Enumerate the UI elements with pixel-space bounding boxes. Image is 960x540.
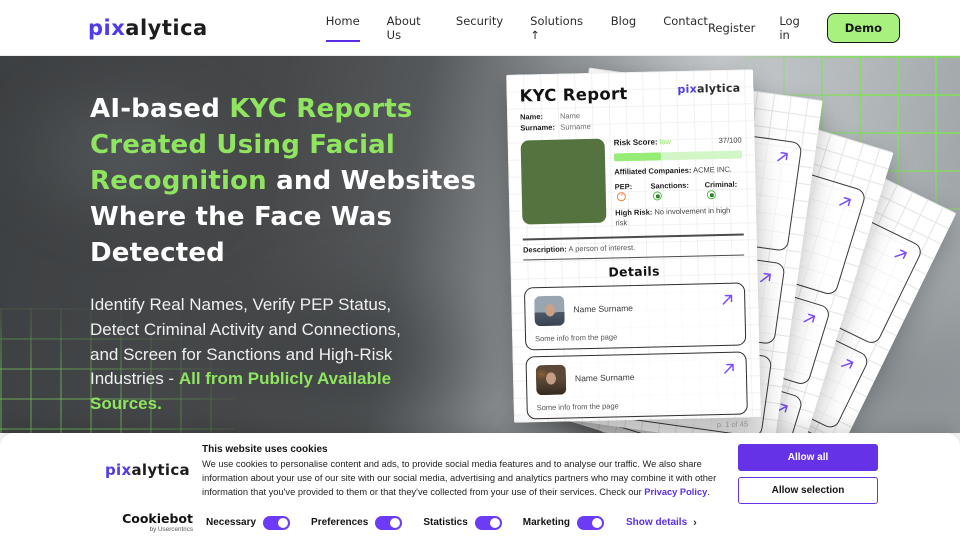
details-title: Details: [523, 262, 744, 282]
external-link-icon: [800, 309, 819, 328]
cookie-title: This website uses cookies: [202, 444, 724, 455]
login-link[interactable]: Log in: [779, 14, 802, 42]
detail-photo: [536, 365, 567, 396]
nav-item-home[interactable]: Home: [326, 14, 360, 42]
toggle-switch[interactable]: [375, 516, 402, 530]
site-header: pixalytica Home About Us Security Soluti…: [0, 0, 960, 56]
brand-logo: pixalytica: [677, 82, 740, 96]
external-link-icon[interactable]: [722, 361, 737, 376]
show-details-link[interactable]: Show details ›: [626, 517, 697, 529]
main-nav: Home About Us Security Solutions ↑ Blog …: [326, 14, 708, 42]
detail-info: Some info from the page: [537, 402, 619, 413]
chevron-right-icon: ›: [693, 517, 697, 529]
toggle-marketing[interactable]: Marketing: [523, 516, 604, 530]
pep-label: PEP:: [615, 182, 633, 191]
pep-status-icon: [617, 192, 626, 201]
header-actions: Register Log in Demo: [708, 13, 900, 43]
hero-copy: AI-based KYC Reports Created Using Facia…: [90, 92, 492, 417]
affiliated-label: Affiliated Companies:: [614, 165, 691, 176]
privacy-policy-link[interactable]: Privacy Policy: [644, 487, 707, 497]
nav-item-blog[interactable]: Blog: [611, 14, 636, 42]
risk-score-value: 37/100: [719, 135, 742, 146]
demo-button[interactable]: Demo: [827, 13, 900, 43]
criminal-status-icon: [707, 190, 716, 199]
sanctions-status-icon: [653, 191, 662, 200]
nav-item-about-us[interactable]: About Us: [387, 14, 429, 42]
brand-logo: pixalytica: [105, 461, 193, 479]
description-value: A person of interest.: [568, 243, 635, 254]
detail-card-2[interactable]: Name Surname Some info from the page: [525, 352, 747, 420]
hero-subtitle: Identify Real Names, Verify PEP Status, …: [90, 293, 430, 416]
nav-item-solutions[interactable]: Solutions ↑: [530, 14, 584, 42]
name-value: Name: [560, 111, 580, 120]
external-link-icon: [774, 148, 791, 165]
toggle-switch[interactable]: [475, 516, 502, 530]
cookie-consent-banner: pixalytica This website uses cookies We …: [0, 433, 960, 540]
cookiebot-logo: Cookiebot by Usercentrics: [105, 513, 193, 533]
risk-score-bar: [614, 150, 742, 161]
high-risk-label: High Risk:: [615, 207, 652, 217]
detail-name: Name Surname: [573, 303, 633, 314]
brand-logo-pix: pix: [88, 16, 125, 40]
detail-info: Some info from the page: [535, 333, 617, 344]
surname-value: Surname: [560, 122, 591, 132]
brand-logo-rest: alytica: [125, 16, 207, 40]
detail-card-1[interactable]: Name Surname Some info from the page: [524, 283, 746, 351]
toggle-switch[interactable]: [577, 516, 604, 530]
kyc-report-card: KYC Report pixalytica Name:Name Surname:…: [506, 69, 761, 423]
subject-photo: [521, 138, 607, 224]
brand-logo[interactable]: pixalytica: [88, 16, 208, 40]
external-link-icon: [757, 269, 774, 286]
allow-all-button[interactable]: Allow all: [738, 444, 878, 471]
allow-selection-button[interactable]: Allow selection: [738, 477, 878, 504]
cookie-body: We use cookies to personalise content an…: [202, 458, 724, 500]
hero-section: AI-based KYC Reports Created Using Facia…: [0, 56, 960, 433]
risk-bar-fill: [614, 152, 662, 161]
sanctions-label: Sanctions:: [650, 180, 689, 190]
register-link[interactable]: Register: [708, 21, 755, 35]
nav-item-contact[interactable]: Contact: [663, 14, 708, 42]
nav-item-security[interactable]: Security: [456, 14, 503, 42]
detail-photo: [534, 296, 565, 327]
description-label: Description:: [523, 244, 567, 254]
identity-fields: Name:Name Surname:Surname: [520, 108, 741, 135]
hero-title: AI-based KYC Reports Created Using Facia…: [90, 92, 492, 271]
external-link-icon: [836, 193, 855, 212]
surname-label: Surname:: [520, 123, 560, 135]
risk-score-label: Risk Score:: [614, 137, 658, 147]
divider: [523, 234, 744, 241]
toggle-switch[interactable]: [263, 516, 290, 530]
toggle-preferences[interactable]: Preferences: [311, 516, 402, 530]
cookie-toggles: Necessary Preferences Statistics Marketi…: [206, 516, 604, 530]
hero-title-white-1: AI-based: [90, 94, 229, 124]
toggle-statistics[interactable]: Statistics: [423, 516, 501, 530]
divider: [523, 254, 744, 261]
report-title: KYC Report: [519, 84, 627, 105]
affiliated-value: ACME INC.: [693, 164, 732, 174]
external-link-icon[interactable]: [720, 292, 735, 307]
external-link-icon: [891, 245, 911, 265]
external-link-icon: [838, 354, 858, 374]
criminal-label: Criminal:: [705, 179, 738, 189]
detail-name: Name Surname: [575, 372, 635, 383]
toggle-necessary[interactable]: Necessary: [206, 516, 290, 530]
risk-score-level: low: [660, 137, 671, 146]
